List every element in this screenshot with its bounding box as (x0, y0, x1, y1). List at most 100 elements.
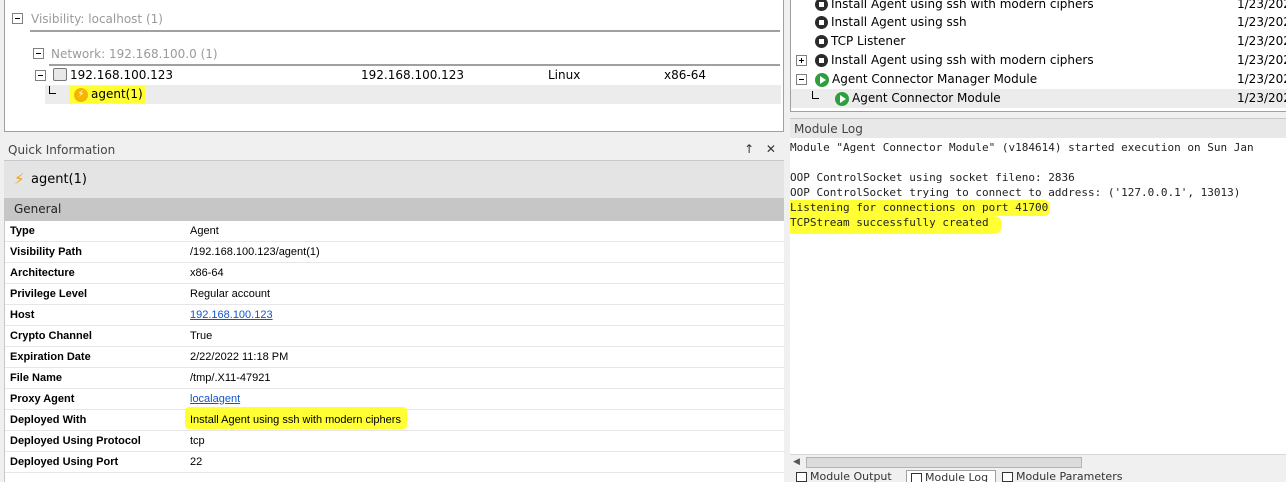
log-line: TCPStream successfully created (790, 216, 989, 229)
stopped-icon (815, 54, 828, 67)
row-key: Deployed Using Protocol (10, 435, 141, 447)
log-tab-bar: Module Output Module Log Module Paramete… (790, 470, 1286, 482)
stopped-icon (815, 35, 828, 48)
table-row: Type Agent (5, 221, 785, 242)
row-key: Deployed With (10, 414, 87, 426)
row-key: Privilege Level (10, 288, 88, 300)
row-value: 2/22/2022 11:18 PM (190, 351, 289, 363)
host-ip: 192.168.100.123 (361, 68, 465, 82)
agent-row[interactable]: ⚡ agent(1) (45, 85, 781, 104)
visibility-panel: Visibility: localhost (1) Network: 192.1… (0, 0, 786, 136)
module-date: 1/23/2022 (1237, 15, 1286, 29)
collapse-toggle[interactable] (796, 74, 807, 85)
expand-toggle[interactable] (796, 55, 807, 66)
module-row[interactable]: Install Agent using ssh 1/23/2022 (791, 13, 1286, 32)
scroll-thumb[interactable] (806, 457, 1082, 468)
module-date: 1/23/2022 (1237, 91, 1286, 105)
row-key: Visibility Path (10, 246, 82, 258)
host-link[interactable]: 192.168.100.123 (190, 309, 273, 321)
row-key: Deployed Using Port (10, 456, 119, 468)
tab-module-parameters[interactable]: Module Parameters (998, 470, 1128, 482)
quick-info-entity-bar: ⚡ agent(1) (4, 160, 784, 198)
tree-connector (49, 86, 56, 94)
module-row[interactable]: Agent Connector Manager Module 1/23/2022 (791, 70, 1286, 89)
section-label: General (14, 202, 62, 216)
row-value: Regular account (190, 288, 271, 300)
tab-module-output[interactable]: Module Output (792, 470, 904, 482)
table-row: File Name /tmp/.X11-47921 (5, 368, 785, 389)
row-value: tcp (190, 435, 205, 447)
module-name: Install Agent using ssh with modern ciph… (831, 0, 1094, 11)
row-key: Architecture (10, 267, 75, 279)
row-value: 22 (190, 456, 203, 468)
agent-bolt-icon: ⚡ (74, 88, 88, 102)
table-row: Deployed Using Protocol tcp (5, 431, 785, 452)
table-row: Deployed With Install Agent using ssh wi… (5, 407, 785, 431)
parameters-icon (1002, 472, 1013, 482)
collapse-network-toggle[interactable] (33, 48, 44, 59)
tree-connector (812, 91, 819, 99)
visibility-separator (30, 30, 780, 32)
host-row[interactable]: 192.168.100.123 192.168.100.123 Linux x8… (25, 66, 781, 85)
general-section-header[interactable]: General (4, 198, 784, 221)
row-value: Install Agent using ssh with modern ciph… (190, 414, 401, 426)
entity-name: agent(1) (31, 172, 87, 187)
running-icon (815, 73, 829, 87)
proxy-agent-link[interactable]: localagent (190, 393, 240, 405)
collapse-host-toggle[interactable] (35, 70, 46, 81)
module-row[interactable]: Install Agent using ssh with modern ciph… (791, 0, 1286, 14)
host-arch: x86-64 (664, 68, 706, 82)
module-date: 1/23/2022 (1237, 34, 1286, 48)
row-value: x86-64 (190, 267, 224, 279)
row-value: /tmp/.X11-47921 (190, 372, 271, 384)
row-value: True (190, 330, 213, 342)
module-date: 1/23/2022 (1237, 53, 1286, 67)
module-row-selected[interactable]: Agent Connector Module 1/23/2022 (791, 89, 1286, 108)
stopped-icon (815, 16, 828, 29)
row-key: Host (10, 309, 35, 321)
module-log-title: Module Log (794, 122, 863, 136)
table-row: Host 192.168.100.123 (5, 305, 785, 326)
row-value: Agent (190, 225, 219, 237)
row-key: File Name (10, 372, 62, 384)
log-line: OOP ControlSocket trying to connect to a… (790, 186, 1241, 199)
module-name: Agent Connector Module (852, 91, 1001, 105)
network-label: Network: 192.168.100.0 (1) (51, 47, 218, 61)
visibility-tree: Visibility: localhost (1) Network: 192.1… (4, 0, 784, 132)
module-name: TCP Listener (831, 34, 906, 48)
table-row: Expiration Date 2/22/2022 11:18 PM (5, 347, 785, 368)
module-date: 1/23/2022 (1237, 0, 1286, 11)
collapse-visibility-toggle[interactable] (12, 13, 23, 24)
table-row: Crypto Channel True (5, 326, 785, 347)
table-row: Visibility Path /192.168.100.123/agent(1… (5, 242, 785, 263)
quick-info-table: Type Agent Visibility Path /192.168.100.… (4, 221, 785, 482)
module-log-header: Module Log (790, 118, 1286, 138)
log-icon (911, 473, 922, 482)
module-name: Install Agent using ssh with modern ciph… (831, 53, 1094, 67)
quick-info-title: Quick Information (8, 143, 116, 157)
host-computer-icon (53, 68, 67, 81)
running-icon (835, 92, 849, 106)
table-row: Deployed Using Port 22 (5, 452, 785, 473)
table-row: Privilege Level Regular account (5, 284, 785, 305)
module-row[interactable]: TCP Listener 1/23/2022 (791, 32, 1286, 51)
table-row: Architecture x86-64 (5, 263, 785, 284)
log-horizontal-scrollbar[interactable]: ◀ (790, 454, 1286, 470)
row-key: Type (10, 225, 35, 237)
pin-close-icons[interactable]: ↑ ✕ (744, 142, 780, 156)
module-row[interactable]: Install Agent using ssh with modern ciph… (791, 51, 1286, 70)
log-line: Listening for connections on port 41700 (790, 201, 1049, 214)
stopped-icon (815, 0, 828, 11)
module-log-body[interactable]: Module "Agent Connector Module" (v184614… (790, 138, 1286, 454)
host-os: Linux (548, 68, 581, 82)
scroll-left-icon[interactable]: ◀ (793, 457, 800, 467)
row-value: /192.168.100.123/agent(1) (190, 246, 320, 258)
log-line: OOP ControlSocket using socket fileno: 2… (790, 171, 1075, 184)
agent-label: agent(1) (91, 87, 143, 101)
log-line: Module "Agent Connector Module" (v184614… (790, 141, 1254, 154)
tab-module-log[interactable]: Module Log (906, 470, 996, 482)
panel-splitter[interactable] (786, 118, 790, 482)
module-name: Agent Connector Manager Module (832, 72, 1038, 86)
host-name: 192.168.100.123 (70, 68, 174, 82)
row-key: Crypto Channel (10, 330, 92, 342)
